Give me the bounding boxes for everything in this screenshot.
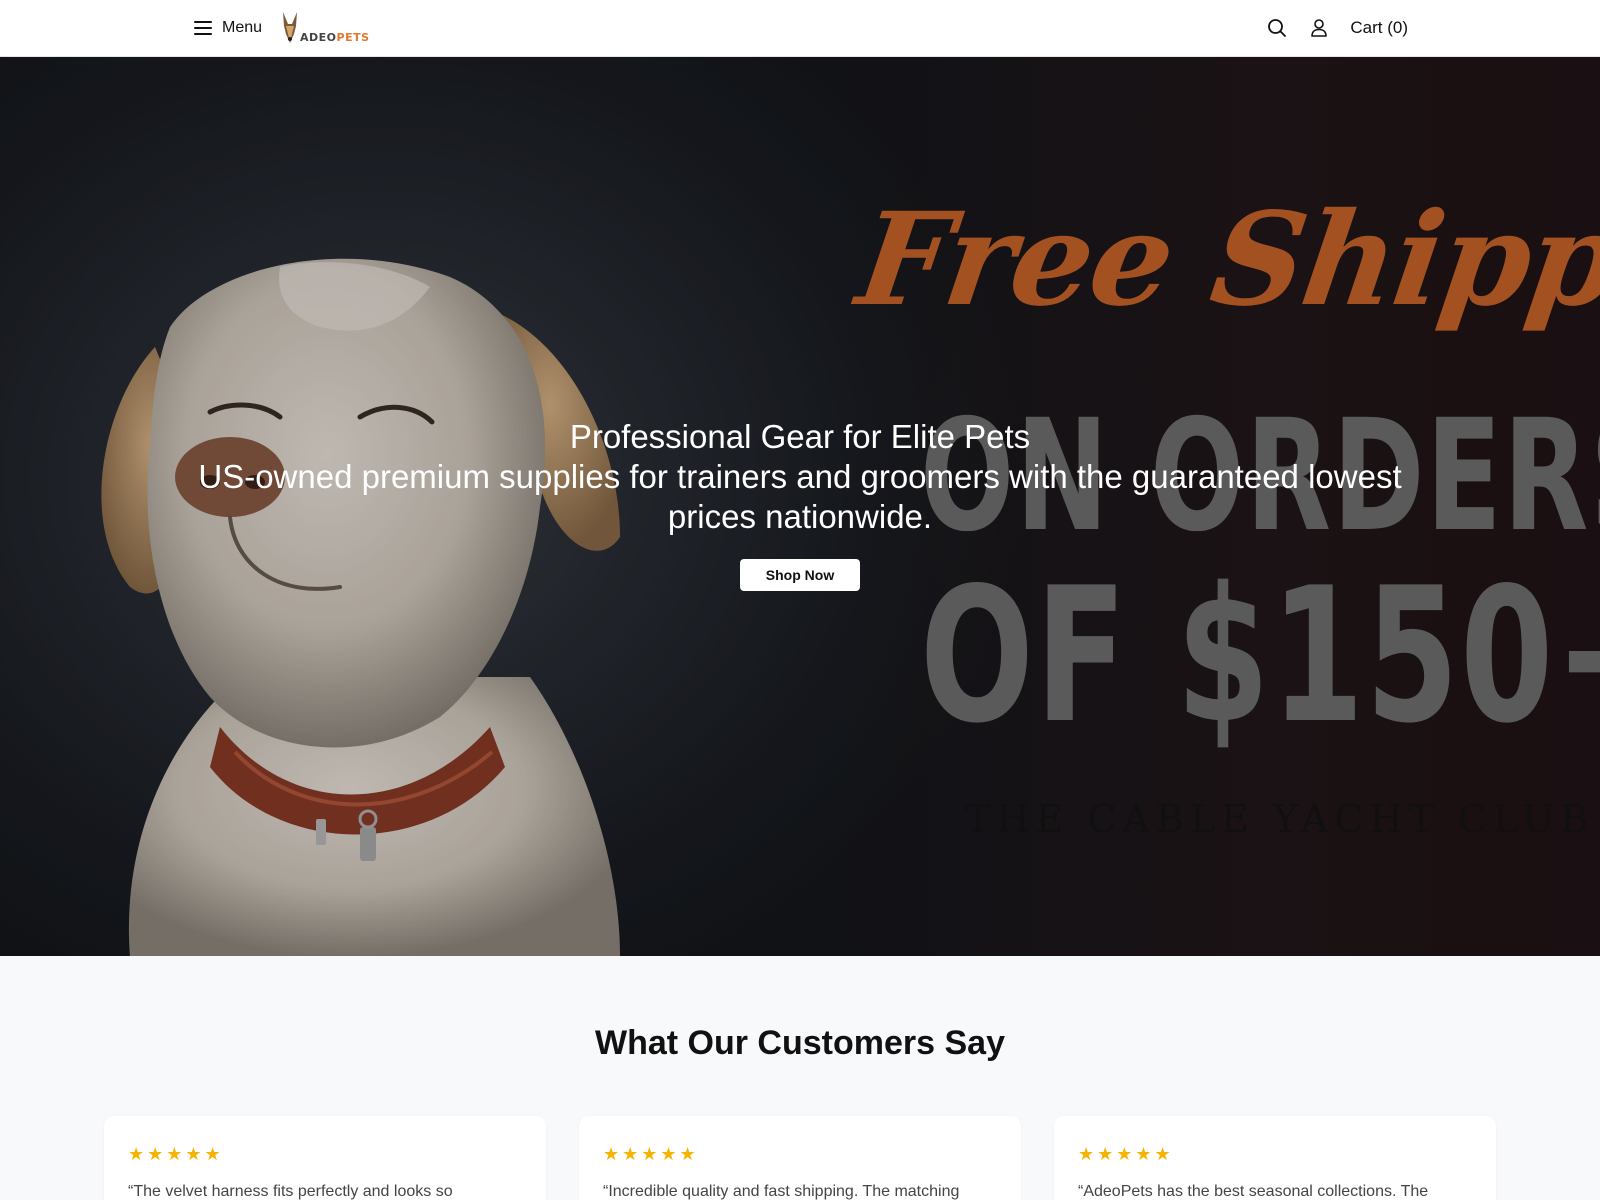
menu-label: Menu <box>222 19 263 36</box>
testimonials-section: What Our Customers Say ★★★★★ “The velvet… <box>0 956 1600 1200</box>
star-rating: ★★★★★ <box>128 1144 224 1164</box>
testimonial-quote: “The velvet harness fits perfectly and l… <box>128 1183 453 1200</box>
user-icon <box>1311 19 1328 37</box>
star-rating: ★★★★★ <box>1078 1144 1174 1164</box>
logo-text-pets: PETS <box>336 31 370 44</box>
testimonial-card: ★★★★★ “Incredible quality and fast shipp… <box>579 1116 1021 1200</box>
search-icon <box>1268 19 1287 37</box>
hero-title: Professional Gear for Elite Pets <box>569 418 1031 455</box>
site-header: Menu ADEOPETS Cart (0) <box>0 0 1600 57</box>
search-button[interactable] <box>1266 17 1288 39</box>
hero-subtitle: US-owned premium supplies for trainers a… <box>198 458 1402 535</box>
hero-banner: Free Shipping ON ORDERS OF $150+ THE CAB… <box>0 57 1600 956</box>
site-logo[interactable]: ADEOPETS <box>281 12 370 44</box>
menu-button[interactable]: Menu <box>194 16 262 40</box>
star-rating: ★★★★★ <box>603 1144 699 1164</box>
menu-icon <box>194 21 212 35</box>
shop-now-button[interactable]: Shop Now <box>740 559 860 591</box>
testimonial-card: ★★★★★ “AdeoPets has the best seasonal co… <box>1054 1116 1496 1200</box>
cart-link[interactable]: Cart (0) <box>1350 18 1408 38</box>
testimonial-card: ★★★★★ “The velvet harness fits perfectly… <box>104 1116 546 1200</box>
testimonial-quote: “Incredible quality and fast shipping. T… <box>603 1183 960 1200</box>
testimonial-quote: “AdeoPets has the best seasonal collecti… <box>1078 1183 1429 1200</box>
dog-logo-icon <box>283 12 297 43</box>
header-actions: Cart (0) <box>1266 16 1408 40</box>
hero-content: Professional Gear for Elite Pets US-owne… <box>0 417 1600 591</box>
logo-text-adeo: ADEO <box>300 31 337 44</box>
account-button[interactable] <box>1308 17 1330 39</box>
section-title: What Our Customers Say <box>595 1024 1005 1062</box>
